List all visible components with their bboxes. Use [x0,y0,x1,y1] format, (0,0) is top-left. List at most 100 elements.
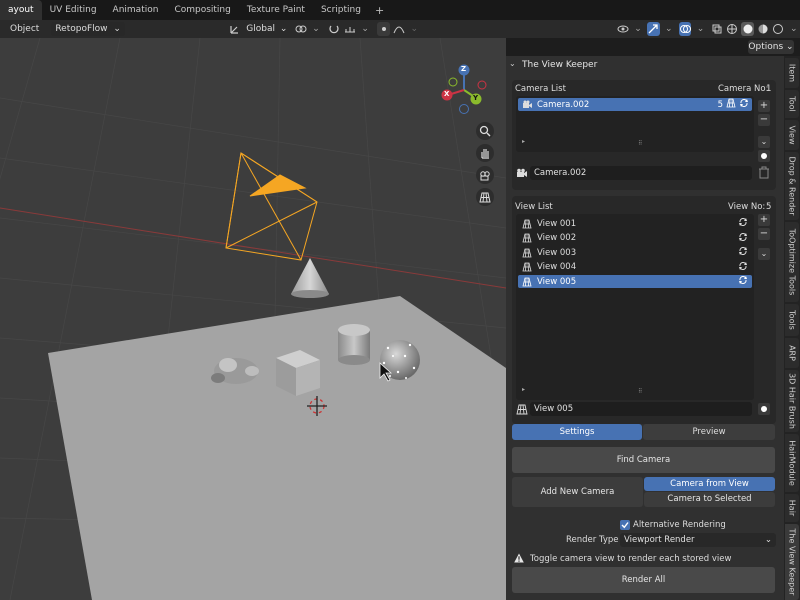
camera-icon [516,168,528,182]
refresh-icon[interactable] [738,217,748,230]
tab-preview[interactable]: Preview [643,424,775,440]
overlays-icon[interactable] [678,22,692,36]
refresh-icon[interactable] [738,246,748,259]
camera-field[interactable]: Camera.002 [530,166,752,180]
refresh-icon[interactable] [738,232,748,245]
tab-item[interactable]: Item [785,58,799,88]
retopoflow-menu[interactable]: RetopoFlow ⌄ [51,22,125,36]
list-item[interactable]: View 004 [518,261,752,274]
render-type-select[interactable]: Viewport Render ⌄ [620,533,776,547]
tab-item-label: Item [787,63,797,83]
tab-view[interactable]: View [785,120,799,150]
alternative-rendering-checkbox[interactable] [620,520,630,530]
camera-object [225,152,318,261]
pivot-icon[interactable] [294,22,307,36]
camera-list[interactable]: Camera.002 5 ▸ ⠿ [516,96,754,152]
chevron-down-icon[interactable]: ⌄ [788,22,800,36]
add-new-camera-button[interactable]: Add New Camera [512,477,643,507]
view-list[interactable]: View 001 View 002 View 003 View 004 View [516,214,754,400]
camera-field-value: Camera.002 [534,168,587,178]
resize-grip-icon[interactable]: ⠿ [638,140,642,147]
chevron-down-icon[interactable]: ⌄ [758,136,770,148]
options-button[interactable]: Options ⌄ [748,40,794,54]
render-all-button[interactable]: Render All [512,567,775,593]
chevron-down-icon[interactable]: ⌄ [758,248,770,260]
proportional-edit-icon[interactable] [377,22,390,36]
gizmo-toggle-icon[interactable] [647,22,660,36]
snap-increment-icon[interactable] [344,22,356,36]
workspace-tab-layout[interactable]: ayout [0,0,42,20]
list-item[interactable]: Camera.002 5 [518,98,752,111]
tab-arp[interactable]: ARP [785,338,799,368]
workspace-tab-compositing[interactable]: Compositing [166,0,238,20]
chevron-down-icon[interactable]: ⌄ [663,22,675,36]
tab-tooptimize-tools[interactable]: ToOptimize Tools [785,222,799,302]
view-field[interactable]: View 005 [530,402,752,416]
tab-the-view-keeper[interactable]: The View Keeper [785,524,799,600]
tab-tools[interactable]: Tools [785,304,799,336]
workspace-tab-uv-editing[interactable]: UV Editing [42,0,105,20]
camera-to-selected-button[interactable]: Camera to Selected [644,492,775,507]
refresh-icon[interactable] [738,261,748,274]
snap-icon[interactable] [328,22,340,36]
list-item[interactable]: View 002 [518,232,752,245]
refresh-icon[interactable] [739,98,749,111]
tab-tool-label: Tool [787,96,797,112]
remove-camera-button[interactable]: − [758,114,770,126]
workspace-tab-texture-paint[interactable]: Texture Paint [239,0,313,20]
view-field-value: View 005 [534,404,574,414]
tab-settings[interactable]: Settings [512,424,642,440]
3d-viewport[interactable]: Z Y X [0,38,506,600]
xray-icon[interactable] [711,22,723,36]
tab-hairmodule[interactable]: HairModule [785,434,799,492]
trash-icon[interactable] [758,166,770,182]
resize-grip-icon[interactable]: ⠿ [638,388,642,395]
tab-tool[interactable]: Tool [785,90,799,118]
chevron-down-icon[interactable]: ⌄ [359,22,371,36]
tab-arp-label: ARP [787,345,797,361]
view-no-value: 5 [766,202,772,212]
grid-perspective-icon[interactable] [476,188,494,206]
find-camera-button[interactable]: Find Camera [512,447,775,473]
list-item[interactable]: View 001 [518,217,752,230]
camera-toggle-button[interactable] [758,150,770,162]
rendered-shading-icon[interactable] [772,22,784,36]
visibility-eye-icon[interactable] [616,22,629,36]
mode-menu[interactable]: Object [6,22,43,36]
orientation-select[interactable]: Global ⌄ [242,22,291,36]
refresh-icon[interactable] [738,275,748,288]
chevron-down-icon[interactable]: ⌄ [310,22,322,36]
tab-drop-render[interactable]: Drop & Render [785,152,799,220]
camera-list-section: Camera List Camera No: 1 Camera.002 5 ▸ … [512,80,776,190]
add-view-button[interactable]: + [758,214,770,226]
camera-view-icon[interactable] [476,166,494,184]
chevron-down-icon[interactable]: ⌄ [408,22,420,36]
tab-3d-hair-brush-label: 3D Hair Brush [787,373,797,429]
warning-icon [514,553,524,566]
list-item[interactable]: View 003 [518,246,752,259]
chevron-down-icon[interactable]: ⌄ [694,22,706,36]
list-expand-icon[interactable]: ▸ [522,138,525,145]
tab-tools-label: Tools [787,310,797,330]
chevron-down-icon[interactable]: ⌄ [632,22,644,36]
workspace-tab-animation[interactable]: Animation [105,0,167,20]
pan-hand-icon[interactable] [476,144,494,162]
zoom-icon[interactable] [476,122,494,140]
camera-from-view-button[interactable]: Camera from View [644,477,775,491]
tab-tooptimize-tools-label: ToOptimize Tools [787,228,797,296]
view-toggle-button[interactable] [758,403,770,415]
navigation-gizmo[interactable]: Z Y X [436,62,492,118]
solid-shading-icon[interactable] [741,22,754,36]
material-shading-icon[interactable] [757,22,769,36]
tab-3d-hair-brush[interactable]: 3D Hair Brush [785,370,799,432]
add-workspace-button[interactable]: + [369,4,390,17]
wireframe-shading-icon[interactable] [726,22,738,36]
chevron-down-icon[interactable]: ⌄ [509,59,516,68]
remove-view-button[interactable]: − [758,228,770,240]
list-item[interactable]: View 005 [518,275,752,288]
add-camera-button[interactable]: + [758,100,770,112]
falloff-icon[interactable] [393,22,405,36]
workspace-tab-scripting[interactable]: Scripting [313,0,369,20]
list-expand-icon[interactable]: ▸ [522,386,525,393]
tab-hair[interactable]: Hair [785,494,799,522]
